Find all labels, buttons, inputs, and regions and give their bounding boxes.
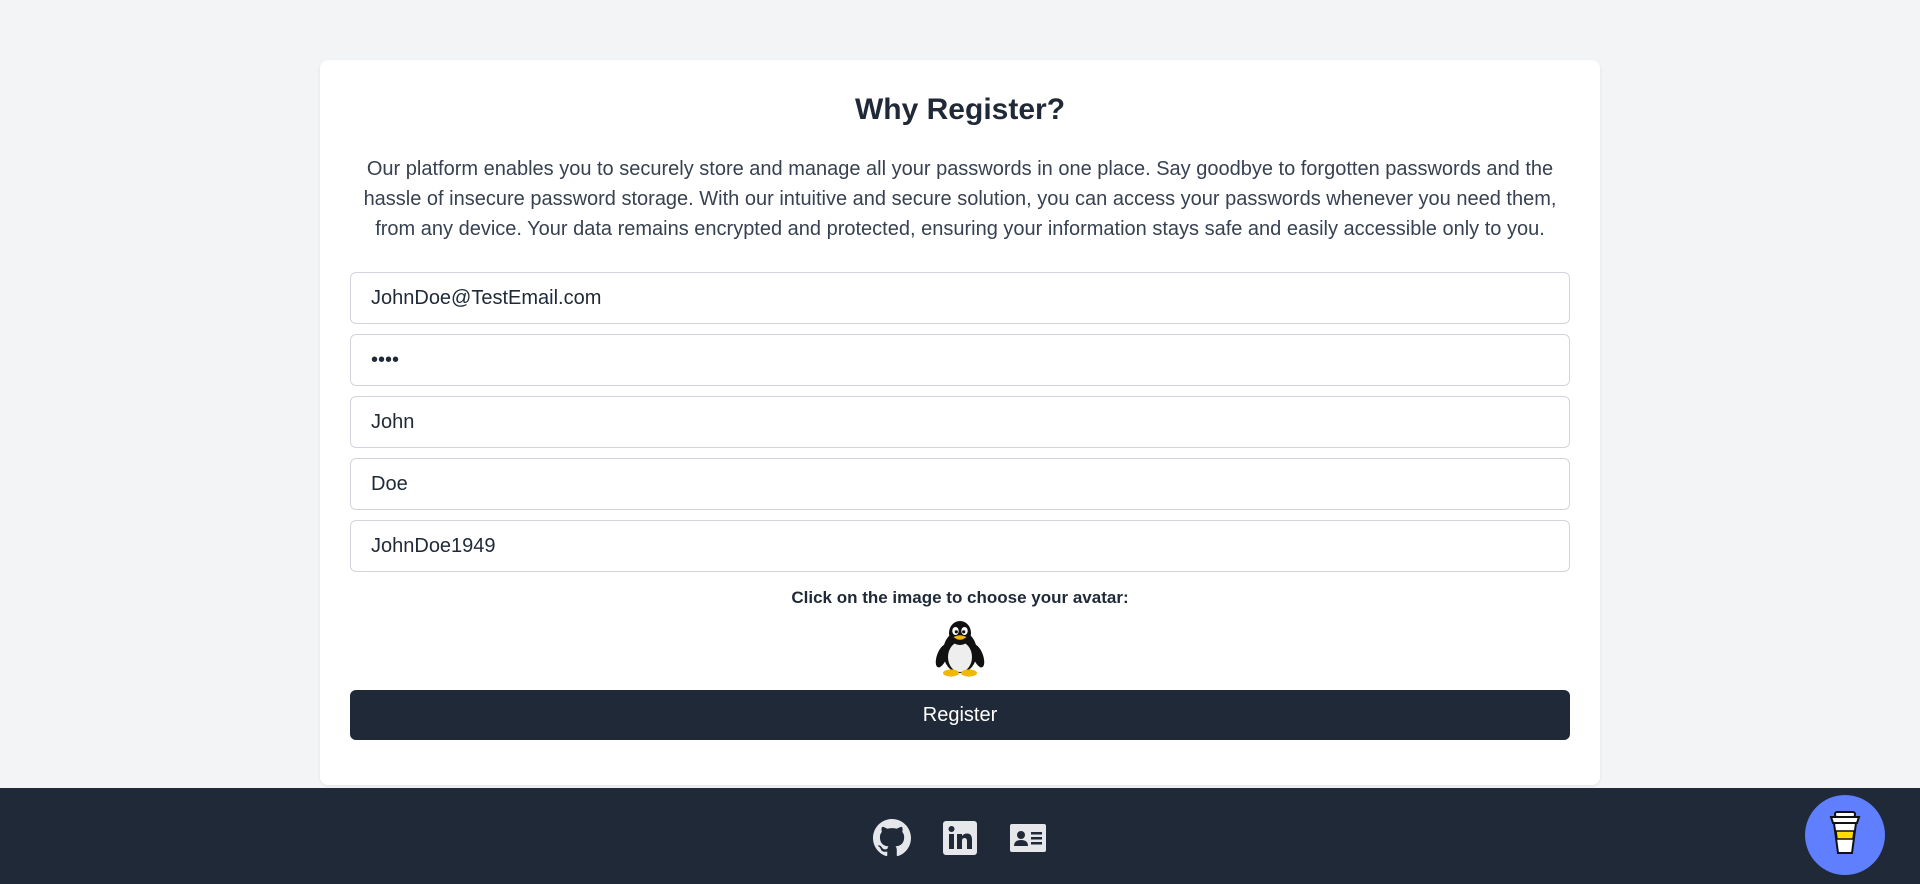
buy-me-a-coffee-button[interactable] xyxy=(1805,795,1885,875)
register-description: Our platform enables you to securely sto… xyxy=(363,158,1557,240)
username-field[interactable] xyxy=(350,520,1570,572)
register-button[interactable]: Register xyxy=(350,690,1570,740)
email-field[interactable] xyxy=(350,272,1570,324)
last-name-field[interactable] xyxy=(350,458,1570,510)
register-form xyxy=(350,272,1570,572)
page-title: Why Register? xyxy=(854,93,1066,126)
page: Why Register? Our platform enables you t… xyxy=(0,0,1920,884)
contact-card-icon[interactable] xyxy=(1008,818,1048,858)
password-field[interactable] xyxy=(350,334,1570,386)
footer xyxy=(0,788,1920,884)
register-card: Why Register? Our platform enables you t… xyxy=(320,60,1600,785)
first-name-field[interactable] xyxy=(350,396,1570,448)
avatar-label: Click on the image to choose your avatar… xyxy=(791,588,1129,607)
footer-links xyxy=(872,818,1048,858)
coffee-cup-icon xyxy=(1825,809,1865,862)
penguin-icon[interactable] xyxy=(930,618,990,678)
linkedin-icon[interactable] xyxy=(940,818,980,858)
github-icon[interactable] xyxy=(872,818,912,858)
avatar-picker xyxy=(350,618,1570,678)
